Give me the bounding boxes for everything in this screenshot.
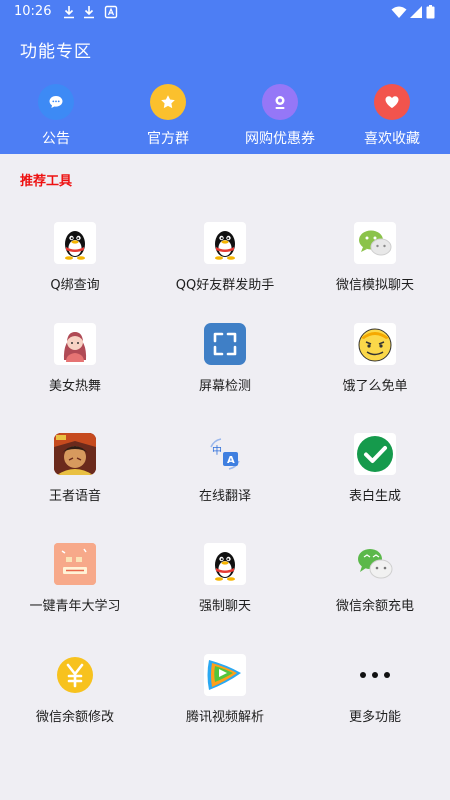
tool-label: 屏幕检测 <box>198 379 251 394</box>
tool-label: 王者语音 <box>48 489 101 504</box>
tool-eleme-free-order[interactable]: 饿了么免单 <box>300 323 450 394</box>
tool-label: QQ好友群发助手 <box>175 278 275 293</box>
tool-more-features[interactable]: 更多功能 <box>300 654 450 725</box>
qq-penguin-icon <box>54 222 96 264</box>
quick-action-favorites[interactable]: 喜欢收藏 <box>336 84 448 148</box>
fullscreen-icon <box>204 323 246 365</box>
more-dots-icon <box>354 654 396 696</box>
quick-action-label: 公告 <box>42 131 70 147</box>
page-title: 功能专区 <box>20 42 92 62</box>
game-hero-icon <box>54 433 96 475</box>
tool-q-bind-query[interactable]: Q绑查询 <box>0 222 150 293</box>
tool-label: 饿了么免单 <box>342 379 408 394</box>
heart-icon <box>374 84 410 120</box>
coupon-icon <box>262 84 298 120</box>
translate-icon: 中A <box>204 433 246 475</box>
tool-screen-test[interactable]: 屏幕检测 <box>150 323 300 394</box>
app-header: 10:26 功能专区 公告 官方群 网购优惠券 喜欢收藏 <box>0 0 450 154</box>
quick-action-coupon[interactable]: 网购优惠券 <box>224 84 336 148</box>
tool-label: 强制聊天 <box>198 599 251 614</box>
tool-youth-study[interactable]: 一键青年大学习 <box>0 543 150 614</box>
wechat-icon <box>354 543 396 585</box>
tool-label: 微信余额充电 <box>335 599 414 614</box>
section-title: 推荐工具 <box>20 174 73 189</box>
notification-icon <box>104 5 118 19</box>
tool-label: Q绑查询 <box>50 278 100 293</box>
status-bar: 10:26 <box>0 0 450 26</box>
check-circle-icon <box>354 433 396 475</box>
wifi-icon <box>391 6 407 18</box>
quick-action-official-group[interactable]: 官方群 <box>112 84 224 148</box>
download-icon <box>84 6 94 19</box>
tool-label: 更多功能 <box>348 710 401 725</box>
tool-label: 美女热舞 <box>48 379 101 394</box>
tool-honor-of-kings-voice[interactable]: 王者语音 <box>0 433 150 504</box>
status-time: 10:26 <box>14 4 52 19</box>
tool-online-translate[interactable]: 中A 在线翻译 <box>150 433 300 504</box>
wechat-icon <box>354 222 396 264</box>
avatar-girl-icon <box>54 323 96 365</box>
tool-qq-group-sender[interactable]: QQ好友群发助手 <box>150 222 300 293</box>
tool-wechat-fake-chat[interactable]: 微信模拟聊天 <box>300 222 450 293</box>
tool-label: 一键青年大学习 <box>29 599 121 614</box>
chat-bubble-icon <box>38 84 74 120</box>
meme-face-icon <box>354 323 396 365</box>
download-icon <box>64 6 74 19</box>
tool-wechat-balance-charge[interactable]: 微信余额充电 <box>300 543 450 614</box>
qq-penguin-icon <box>204 222 246 264</box>
quick-action-announcement[interactable]: 公告 <box>0 84 112 148</box>
tencent-video-icon <box>204 654 246 696</box>
qq-penguin-icon <box>204 543 246 585</box>
tool-wechat-balance-edit[interactable]: 微信余额修改 <box>0 654 150 725</box>
quick-action-label: 网购优惠券 <box>245 131 315 147</box>
star-icon <box>150 84 186 120</box>
quick-action-label: 喜欢收藏 <box>364 131 420 147</box>
tool-tencent-video-parse[interactable]: 腾讯视频解析 <box>150 654 300 725</box>
tool-label: 微信余额修改 <box>35 710 114 725</box>
quick-action-label: 官方群 <box>147 131 189 147</box>
tool-label: 在线翻译 <box>198 489 251 504</box>
svg-text:中: 中 <box>212 444 222 457</box>
tool-label: 微信模拟聊天 <box>335 278 414 293</box>
signal-icon <box>410 6 422 18</box>
tool-force-chat[interactable]: 强制聊天 <box>150 543 300 614</box>
svg-text:A: A <box>227 455 235 466</box>
tool-label: 腾讯视频解析 <box>185 710 264 725</box>
battery-icon <box>426 5 435 19</box>
tool-label: 表白生成 <box>348 489 401 504</box>
study-card-icon <box>54 543 96 585</box>
tool-confession-generator[interactable]: 表白生成 <box>300 433 450 504</box>
tool-dance-video[interactable]: 美女热舞 <box>0 323 150 394</box>
yuan-coin-icon <box>54 654 96 696</box>
